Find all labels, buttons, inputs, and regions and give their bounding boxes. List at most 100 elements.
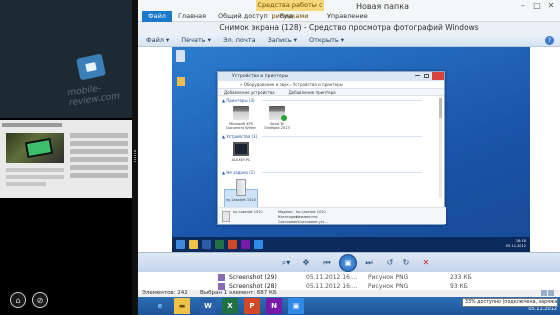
view-toggle[interactable] [540,290,556,297]
menu-open[interactable]: Открыть ▾ [309,36,344,44]
details-status-label: Состояние: [278,220,299,224]
divider-grip-icon[interactable] [134,150,136,162]
device-label: Microsoft XPS Document Writer [226,122,256,130]
inner-device-list: ▲ Принтеры (3) Microsoft XPS Document Wr… [218,96,444,223]
ribbon-tabs: Файл Главная Общий доступ Вид Управление [142,11,374,22]
close-icon [432,72,444,80]
device-item: hp LaserJet 1010 [226,179,256,202]
device-label: Send To OneNote 2013 [264,122,290,130]
menu-burn[interactable]: Запись ▾ [268,36,297,44]
snapped-webpage-preview[interactable] [0,120,132,198]
group-unspecified: ▲ Не задано (1) [222,170,422,175]
tab-file[interactable]: Файл [142,11,172,22]
inner-scrollbar [439,98,442,198]
preview-text-line [6,168,64,172]
menu-file[interactable]: Файл ▾ [146,36,169,44]
minimize-icon[interactable]: – [516,0,530,11]
zoom-icon[interactable]: ⌕▾ [278,257,294,269]
powerpoint-icon[interactable]: P [244,298,260,314]
delete-icon[interactable]: ✕ [420,257,432,269]
ie-icon [176,240,185,249]
preview-header [2,123,62,127]
details-name: hp LaserJet 1010 [233,210,263,214]
actual-size-icon[interactable]: ✥ [300,257,312,269]
tiles-view-icon[interactable] [548,290,554,296]
snapped-app-pane[interactable]: mobile-review.com ⌂ ⊘ [0,0,132,315]
folder-icon [177,77,185,86]
minimize-icon [415,75,420,76]
close-icon[interactable]: ✕ [544,0,558,11]
file-name: Screenshot (29) [229,274,277,281]
group-printers: ▲ Принтеры (3) [222,98,420,103]
details-model-label: Модель: [278,210,294,214]
tab-share[interactable]: Общий доступ [212,11,274,22]
recycle-bin-icon [176,50,185,62]
photos-icon[interactable]: ▣ [288,298,304,314]
onenote-icon[interactable]: N [266,298,282,314]
tab-home[interactable]: Главная [172,11,212,22]
excel-icon[interactable]: X [222,298,238,314]
add-device-button: Добавление устройства [224,90,275,95]
laser-printer-icon [236,179,246,196]
file-type: Рисунок PNG [368,274,409,281]
inner-clock-date: 05.11.2012 [505,244,526,248]
ribbon-context-tab[interactable]: Средства работы с рисунками [256,0,324,20]
displayed-screenshot: Устройства и принтеры « Оборудование и з… [172,47,530,252]
list-item[interactable]: Screenshot (29) 05.11.2012 16:... Рисуно… [218,273,518,282]
file-size: 233 КБ [450,274,472,281]
maximize-icon[interactable]: □ [530,0,544,11]
ribbon: Средства работы с рисунками Новая папка … [138,0,560,22]
viewer-canvas: Устройства и принтеры « Оборудование и з… [142,47,556,252]
png-file-icon [218,274,225,281]
watermark-text: mobile-review.com [66,83,121,109]
help-icon[interactable]: ? [545,36,554,45]
word-icon[interactable]: W [200,298,216,314]
battery-tooltip: 33% доступно (подключена, заряжается) [462,298,558,307]
details-model: hp LaserJet 1010 [296,210,326,214]
device-item: Send To OneNote 2013 [262,106,292,130]
inner-toolbar: Добавление устройства Добавление принтер… [218,89,444,96]
maximize-icon [424,74,429,78]
details-view-icon[interactable] [541,290,547,296]
viewer-title: Снимок экрана (128) - Средство просмотра… [138,22,560,34]
rotate-right-icon[interactable]: ↻ [400,257,412,269]
explorer-icon[interactable]: ▬ [174,298,190,314]
details-printer-icon [222,211,230,222]
details-status: Состояние уст... [298,220,328,224]
rotate-left-icon[interactable]: ↺ [384,257,396,269]
inner-address-bar: « Оборудование и звук › Устройства и при… [218,81,444,89]
viewer-controls: ⌕▾ ✥ ⏮ ▣ ⏭ ↺ ↻ ✕ [138,252,560,272]
device-item: ALEXEY-PC [226,142,256,162]
menu-email[interactable]: Эл. почта [223,36,256,44]
previous-icon[interactable]: ⏮ [320,257,334,269]
add-printer-button: Добавление принтера [288,90,336,95]
status-selected: Выбран 1 элемент: 687 КБ [200,290,277,296]
tab-view[interactable]: Вид [274,11,299,22]
preview-photo [6,133,64,163]
app-logo-icon [75,53,107,81]
details-category: Неизвестно [296,215,318,219]
inner-clock: 16:18 05.11.2012 [506,239,526,249]
menu-print[interactable]: Печать ▾ [181,36,211,44]
next-icon[interactable]: ⏭ [362,257,376,269]
printer-default-icon [269,106,287,121]
viewer-menu-bar: Файл ▾ Печать ▾ Эл. почта Запись ▾ Откры… [138,34,560,47]
word-icon [202,240,211,249]
inner-titlebar: Устройства и принтеры [218,72,444,81]
close-icon[interactable]: ⊘ [32,292,48,308]
tab-manage[interactable]: Управление [321,11,374,22]
printer-icon [233,106,249,120]
status-item-count: Элементов: 242 [142,290,188,296]
onenote-icon [241,240,250,249]
explorer-icon [189,240,198,249]
computer-icon [233,142,249,156]
status-bar: Элементов: 242 Выбран 1 элемент: 687 КБ [138,290,560,297]
file-date: 05.11.2012 16:... [306,274,358,281]
device-label: hp LaserJet 1010 [226,198,256,202]
ie-icon[interactable]: e [152,298,168,314]
devices-printers-window: Устройства и принтеры « Оборудование и з… [217,71,446,225]
snap-icon[interactable]: ⌂ [10,292,26,308]
slideshow-icon[interactable]: ▣ [339,254,357,272]
explorer-window: Средства работы с рисунками Новая папка … [138,0,560,315]
file-list: Screenshot (29) 05.11.2012 16:... Рисуно… [138,272,560,290]
